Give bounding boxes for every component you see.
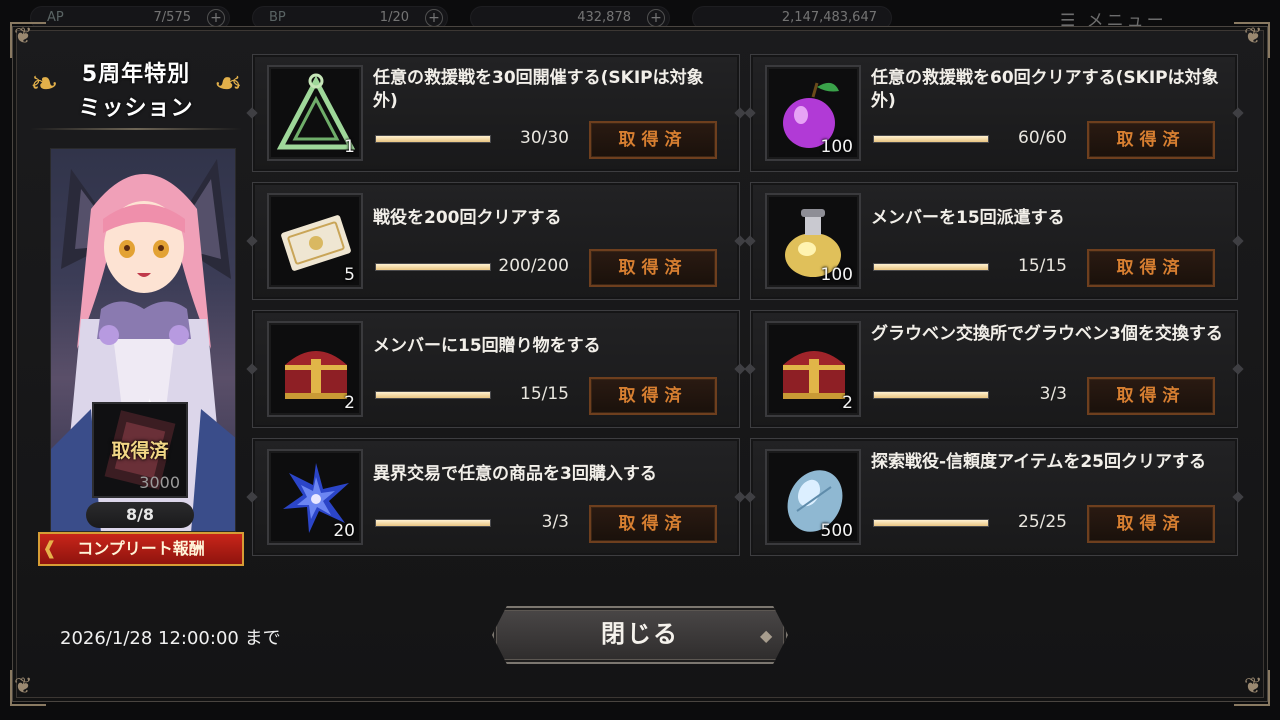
flourish-icon: ❦	[14, 674, 33, 699]
mission-card: 100 任意の救援戦を60回クリアする(SKIPは対象外) 60/60 取得済	[750, 54, 1238, 172]
mission-card: 20 異界交易で任意の商品を3回購入する 3/3 取得済	[252, 438, 740, 556]
claimed-button[interactable]: 取得済	[1087, 249, 1215, 287]
flourish-icon: ❦	[14, 24, 33, 49]
mission-reward-frame: 500	[765, 449, 861, 545]
mission-card: 1 任意の救援戦を30回開催する(SKIPは対象外) 30/30 取得済	[252, 54, 740, 172]
mission-progress-bar	[375, 391, 491, 399]
complete-progress: 8/8	[86, 502, 194, 528]
mission-reward-frame: 100	[765, 65, 861, 161]
claimed-button[interactable]: 取得済	[589, 249, 717, 287]
title-divider	[30, 128, 242, 130]
mission-reward-frame: 20	[267, 449, 363, 545]
event-deadline: 2026/1/28 12:00:00 まで	[60, 628, 281, 649]
bp-plus-icon[interactable]: +	[425, 9, 443, 27]
claimed-button[interactable]: 取得済	[589, 121, 717, 159]
complete-reward-button[interactable]: ❰ コンプリート報酬	[38, 532, 244, 566]
mission-reward-frame: 5	[267, 193, 363, 289]
mission-progress-bar	[873, 519, 989, 527]
mission-progress-bar	[873, 391, 989, 399]
golden-wing-icon: ❧	[213, 64, 243, 104]
complete-reward-tile: 取得済 3000	[92, 402, 188, 498]
flourish-icon: ❦	[1244, 674, 1263, 699]
mission-card: 500 探索戦役-信頼度アイテムを25回クリアする 25/25 取得済	[750, 438, 1238, 556]
mission-reward-frame: 2	[765, 321, 861, 417]
mission-progress-bar	[873, 135, 989, 143]
ornament-icon: ❰	[42, 538, 58, 559]
diamond-ornament-icon: ◆	[760, 626, 773, 645]
mission-card: 2 メンバーに15回贈り物をする 15/15 取得済	[252, 310, 740, 428]
claimed-button[interactable]: 取得済	[1087, 377, 1215, 415]
mission-reward-frame: 1	[267, 65, 363, 161]
claimed-button[interactable]: 取得済	[589, 377, 717, 415]
mission-card: 2 グラウベン交換所でグラウベン3個を交換する 3/3 取得済	[750, 310, 1238, 428]
mission-progress-bar	[375, 519, 491, 527]
claimed-button[interactable]: 取得済	[589, 505, 717, 543]
mission-card: 5 戦役を200回クリアする 200/200 取得済	[252, 182, 740, 300]
mission-reward-frame: 2	[267, 321, 363, 417]
mission-reward-frame: 100	[765, 193, 861, 289]
mission-progress-bar	[873, 263, 989, 271]
close-button[interactable]: 閉じる	[492, 606, 788, 664]
gold-plus-icon[interactable]: +	[647, 9, 665, 27]
golden-wing-icon: ❧	[30, 64, 59, 104]
mission-progress-bar	[375, 135, 491, 143]
event-title: ❧ ❧ 5周年特別 ミッション	[30, 62, 243, 121]
ap-plus-icon[interactable]: +	[207, 9, 225, 27]
claimed-button[interactable]: 取得済	[1087, 121, 1215, 159]
mission-progress-bar	[375, 263, 491, 271]
flourish-icon: ❦	[1244, 24, 1263, 49]
claimed-button[interactable]: 取得済	[1087, 505, 1215, 543]
mission-card: 100 メンバーを15回派遣する 15/15 取得済	[750, 182, 1238, 300]
